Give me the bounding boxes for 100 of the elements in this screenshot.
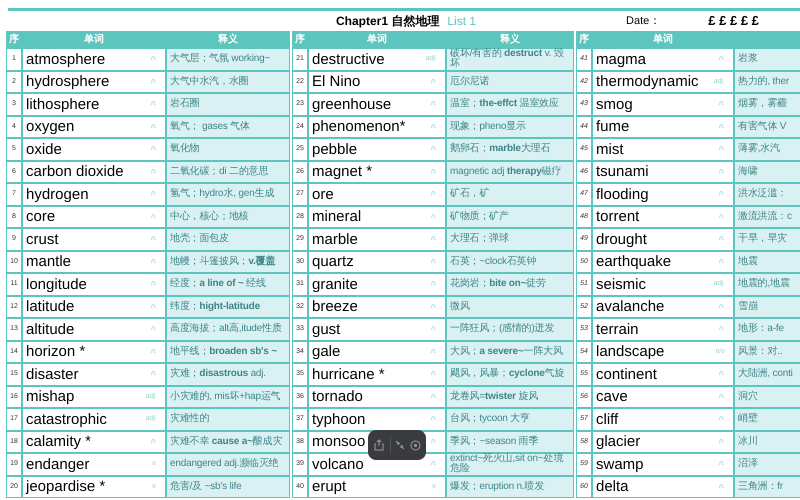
meaning-text: 中心，核心；地核 (170, 212, 248, 222)
meaning-text: 二氧化碳；di 二的意思 (170, 166, 268, 177)
shrink-icon[interactable] (395, 440, 406, 450)
meaning-text: 激流洪流：c (738, 212, 792, 222)
meaning-text: 经度；a line of ~ 经线 (170, 279, 266, 290)
word: mantle (26, 254, 72, 270)
word: destructive (312, 52, 385, 67)
meaning-text: 地震的,地震 (738, 279, 790, 290)
meaning-text: 大风；a severe~一阵大风 (450, 346, 563, 357)
meaning-text: 岩浆 (738, 54, 758, 64)
word: greenhouse (312, 96, 392, 112)
word: gust (312, 322, 340, 337)
list-label: List 1 (447, 13, 476, 30)
header-meaning: 释义 (499, 32, 521, 47)
meaning-text: 厄尔尼诺 (450, 76, 490, 87)
meaning-text: 地形：a-fe (738, 324, 784, 334)
word: phenomenon* (312, 119, 406, 134)
word: carbon dioxide (26, 164, 124, 180)
meaning-text: 一阵狂风；(感情的)迸发 (450, 324, 554, 334)
meaning-text: 地平线；broaden sb's ~ (170, 346, 277, 357)
word: jeopardise * (26, 479, 106, 494)
word: calamity * (26, 434, 92, 450)
meaning-text: 岩石圈 (170, 99, 200, 110)
word: magnet * (312, 164, 372, 180)
header-index: 序 (294, 32, 306, 47)
word: landscape (596, 344, 664, 360)
word: smog (596, 96, 633, 112)
word: flooding (596, 186, 649, 202)
meaning-text: 大气中水汽，水圈 (170, 76, 248, 87)
meaning-text: 三角洲：fr (738, 482, 783, 492)
meaning-text: 薄雾,水汽 (738, 144, 780, 154)
word: oxygen (26, 119, 74, 134)
word: gale (312, 344, 340, 360)
word: El Nino (312, 74, 360, 90)
word: ore (312, 186, 334, 202)
word: continent (596, 366, 657, 382)
word: breeze (312, 299, 358, 314)
share-icon[interactable] (373, 439, 386, 451)
word: monsoo (312, 434, 366, 450)
meaning-text: 地震 (738, 256, 758, 267)
meaning-text: 危害/及 ~sb's life (170, 482, 242, 492)
target-icon[interactable] (410, 440, 421, 450)
word: mist (596, 142, 624, 157)
word: magma (596, 52, 646, 67)
meaning-text: 温室；the-effct 温室效应 (450, 99, 559, 110)
word: marble (312, 232, 358, 247)
word: hurricane * (312, 366, 385, 382)
word: crust (26, 232, 59, 247)
word: typhoon (312, 412, 366, 427)
meaning-text: 台风；tycoon 大亨 (450, 414, 530, 424)
word: mineral (312, 209, 362, 224)
meaning-text: 花岗岩；bite on~徒劳 (450, 279, 546, 290)
meaning-text: 大理石；弹球 (450, 234, 509, 244)
word: catastrophic (26, 412, 107, 427)
meaning-text: 纬度；hight-latitude (170, 302, 260, 312)
meaning-text: 地幔；斗篷披风；v.覆盖 (170, 256, 276, 267)
meaning-text: 氧化物 (170, 144, 200, 154)
word: erupt (312, 479, 346, 494)
meaning-text: 烟雾，雾霾 (738, 99, 788, 110)
meaning-text: 石英；~clock石英钟 (450, 256, 536, 267)
meaning-text: 雪崩 (738, 302, 758, 312)
meaning-text: 风景：对.. (738, 346, 782, 357)
date-value: £ £ £ £ £ (708, 12, 759, 30)
date-label: Date： (626, 14, 660, 29)
meaning-text: 高度海拔；alt高,itude性质 (170, 324, 282, 334)
meaning-text: 鹅卵石；marble大理石 (450, 144, 550, 154)
word: terrain (596, 322, 639, 337)
meaning-text: 峭壁 (738, 414, 758, 424)
meaning-text: 季风；~season 雨季 (450, 436, 538, 447)
meaning-text: 破坏/有害的 destruct v. 毁坏 (450, 49, 565, 70)
meaning-text: 热力的, ther (738, 76, 789, 87)
meaning-text: 干旱，旱灾 (738, 234, 788, 244)
word: torrent (596, 209, 640, 224)
word: longitude (26, 276, 87, 292)
header-word: 单词 (83, 32, 105, 47)
meaning-text: 氢气；hydro水, gen生成 (170, 189, 274, 200)
word: hydrogen (26, 186, 89, 202)
word: disaster (26, 366, 79, 382)
header-index: 序 (578, 32, 590, 47)
chapter-title: Chapter1 自然地理 (336, 13, 440, 30)
meaning-text: 灾难；disastrous adj. (170, 369, 266, 380)
meaning-text: 大陆洲, conti (738, 369, 793, 380)
word: earthquake (596, 254, 672, 270)
word: endanger (26, 456, 90, 472)
meaning-text: 洞穴 (738, 392, 758, 402)
meaning-text: 沼泽 (738, 459, 758, 470)
meaning-text: 冰川 (738, 436, 758, 447)
word: lithosphere (26, 96, 100, 112)
meaning-text: 地壳；面包皮 (170, 234, 229, 244)
word: latitude (26, 299, 74, 314)
word: core (26, 209, 56, 224)
meaning-text: 微风 (450, 302, 470, 312)
word: seismic (596, 276, 646, 292)
word: volcano (312, 456, 364, 472)
word: tsunami (596, 164, 649, 180)
meaning-text: 灾难性的 (170, 414, 210, 424)
meaning-text: 大气层；气氛 working~ (170, 54, 270, 64)
meaning-text: 现象；pheno显示 (450, 122, 526, 132)
word: horizon * (26, 344, 86, 360)
header-index: 序 (8, 32, 20, 47)
